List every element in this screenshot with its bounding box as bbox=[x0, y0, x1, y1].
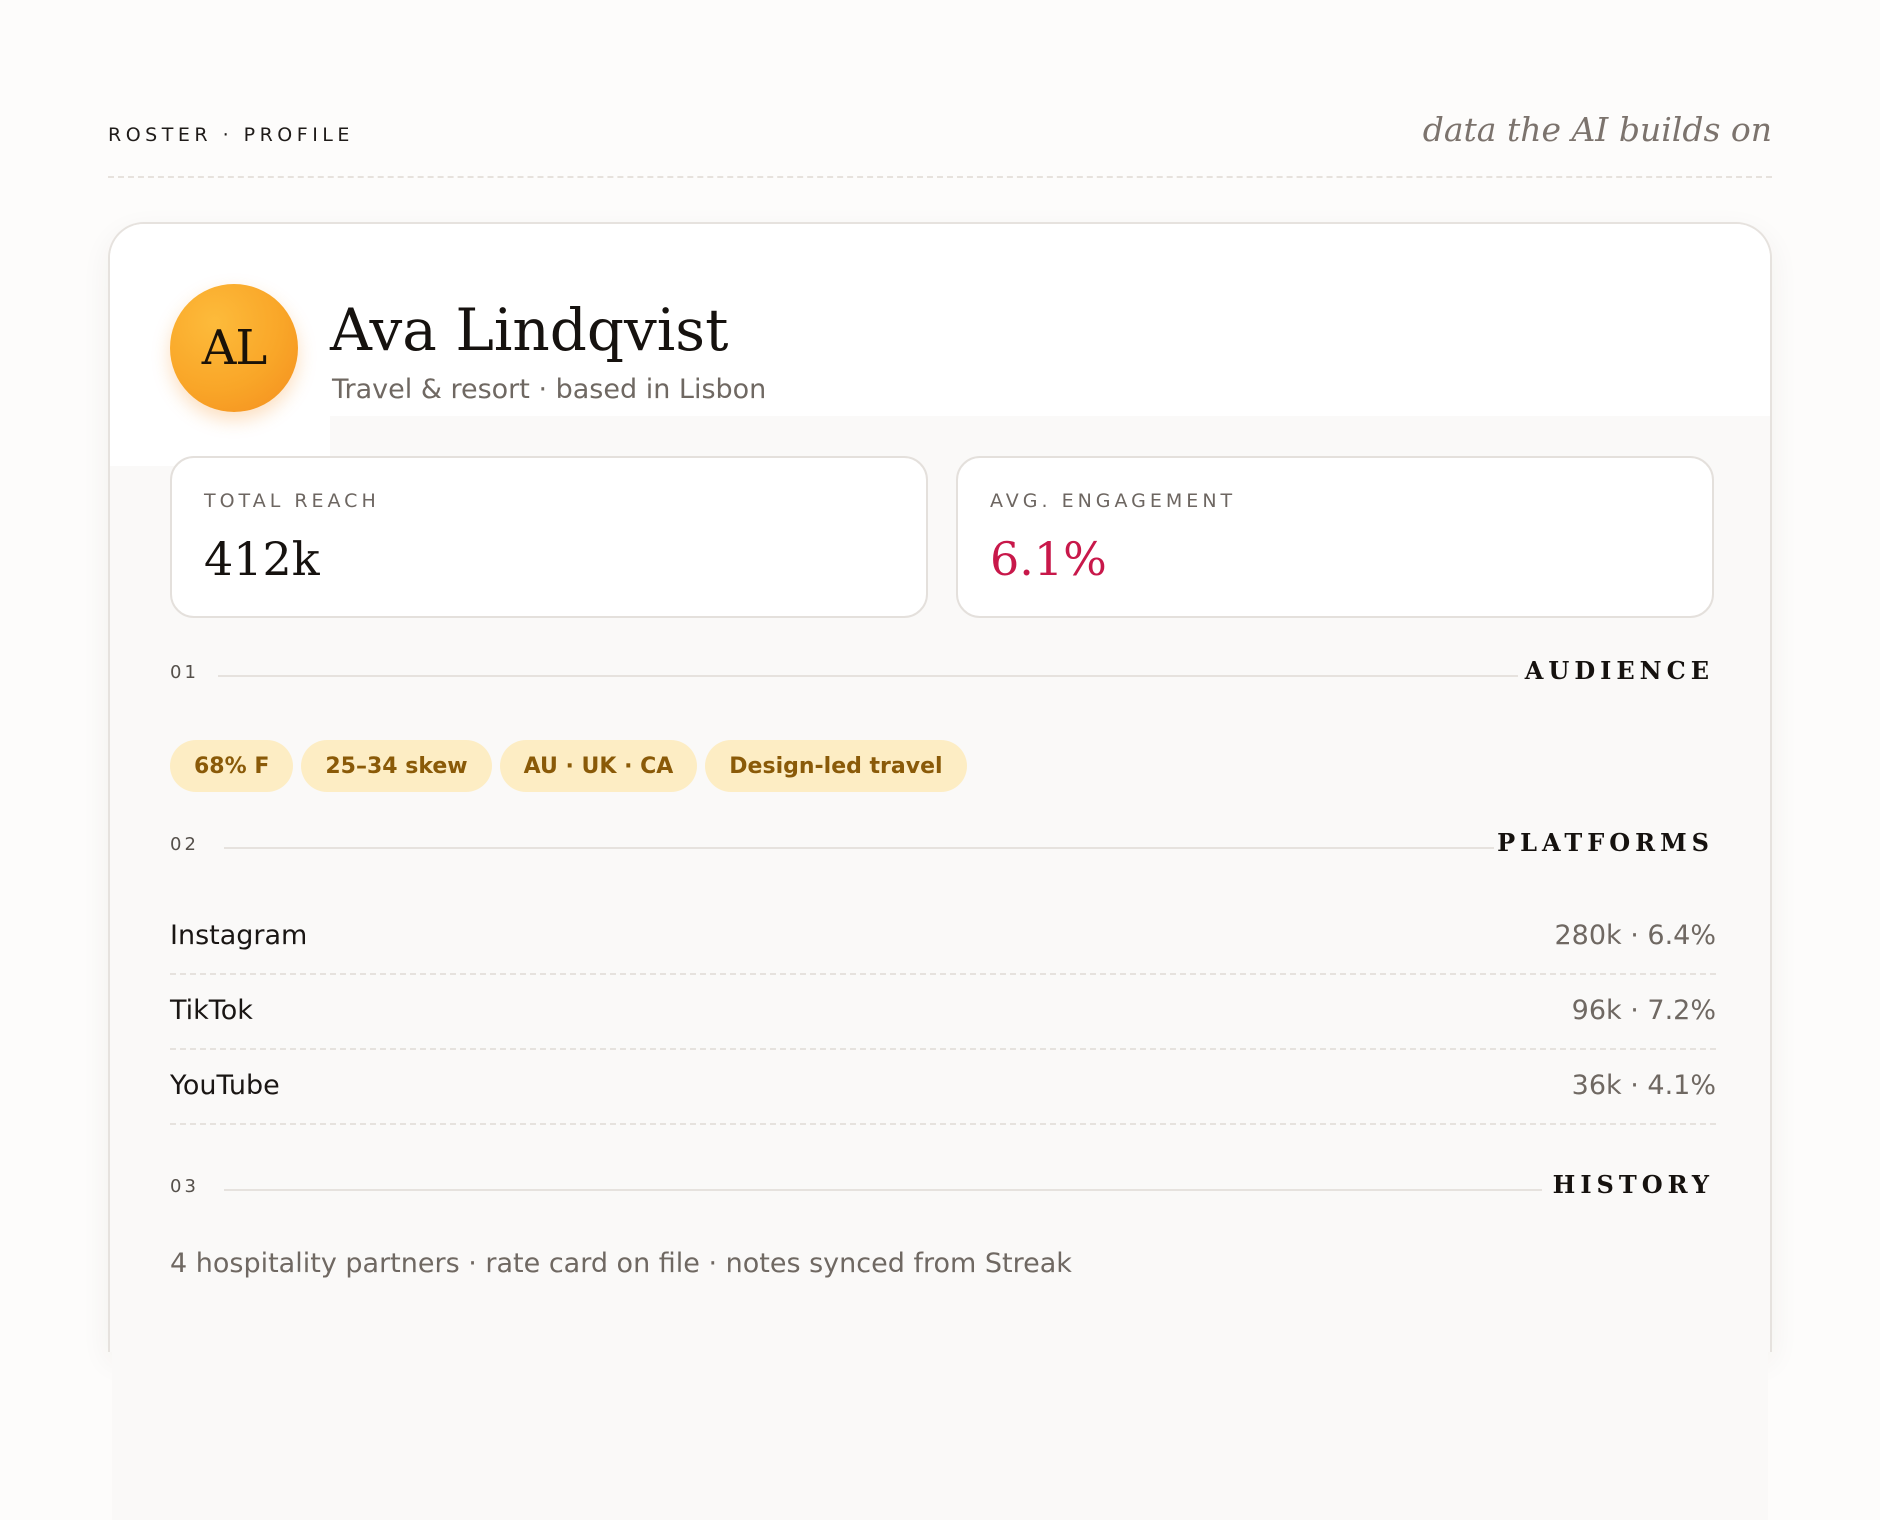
section-title: HISTORY bbox=[1552, 1170, 1714, 1199]
section-divider bbox=[224, 847, 1494, 849]
profile-card: AL Ava Lindqvist Travel & resort · based… bbox=[108, 222, 1772, 1352]
profile-subtitle: Travel & resort · based in Lisbon bbox=[332, 374, 767, 405]
section-divider bbox=[218, 675, 1518, 677]
stat-card-avg-engagement: AVG. ENGAGEMENT 6.1% bbox=[956, 456, 1714, 618]
section-header-audience: 01 AUDIENCE bbox=[170, 652, 1714, 692]
section-title: PLATFORMS bbox=[1497, 828, 1714, 857]
breadcrumb[interactable]: ROSTER · PROFILE bbox=[108, 124, 354, 146]
section-divider bbox=[224, 1189, 1542, 1191]
audience-tag[interactable]: 68% F bbox=[170, 740, 294, 792]
stat-card-total-reach: TOTAL REACH 412k bbox=[170, 456, 928, 618]
platform-stats: 96k · 7.2% bbox=[1571, 995, 1716, 1026]
section-number: 02 bbox=[170, 834, 199, 855]
stat-value: 6.1% bbox=[990, 532, 1107, 586]
avatar-initials: AL bbox=[201, 320, 268, 376]
platform-row-youtube[interactable]: YouTube 36k · 4.1% bbox=[170, 1050, 1716, 1125]
section-title: AUDIENCE bbox=[1524, 656, 1714, 685]
section-header-platforms: 02 PLATFORMS bbox=[170, 824, 1714, 864]
section-number: 03 bbox=[170, 1176, 199, 1197]
stat-value: 412k bbox=[204, 532, 320, 586]
profile-name: Ava Lindqvist bbox=[330, 296, 729, 364]
audience-tag[interactable]: 25–34 skew bbox=[301, 740, 492, 792]
audience-tags: 68% F 25–34 skew AU · UK · CA Design-led… bbox=[170, 740, 967, 792]
section-number: 01 bbox=[170, 662, 199, 683]
roster-profile-page: ROSTER · PROFILE data the AI builds on A… bbox=[0, 0, 1880, 1520]
platform-row-tiktok[interactable]: TikTok 96k · 7.2% bbox=[170, 975, 1716, 1050]
avatar: AL bbox=[170, 284, 298, 412]
platform-name: YouTube bbox=[170, 1070, 280, 1101]
platform-stats: 36k · 4.1% bbox=[1571, 1070, 1716, 1101]
audience-tag[interactable]: Design-led travel bbox=[705, 740, 967, 792]
stat-label: TOTAL REACH bbox=[204, 490, 380, 512]
header-tagline: data the AI builds on bbox=[1422, 110, 1772, 149]
platform-name: TikTok bbox=[170, 995, 253, 1026]
platform-row-instagram[interactable]: Instagram 280k · 6.4% bbox=[170, 900, 1716, 975]
platform-name: Instagram bbox=[170, 920, 308, 951]
section-header-history: 03 HISTORY bbox=[170, 1166, 1714, 1206]
platform-stats: 280k · 6.4% bbox=[1554, 920, 1716, 951]
page-header: ROSTER · PROFILE data the AI builds on bbox=[108, 100, 1772, 178]
audience-tag[interactable]: AU · UK · CA bbox=[499, 740, 698, 792]
history-summary: 4 hospitality partners · rate card on fi… bbox=[170, 1248, 1072, 1279]
card-bottom-fade bbox=[112, 1352, 1768, 1520]
stat-label: AVG. ENGAGEMENT bbox=[990, 490, 1237, 512]
